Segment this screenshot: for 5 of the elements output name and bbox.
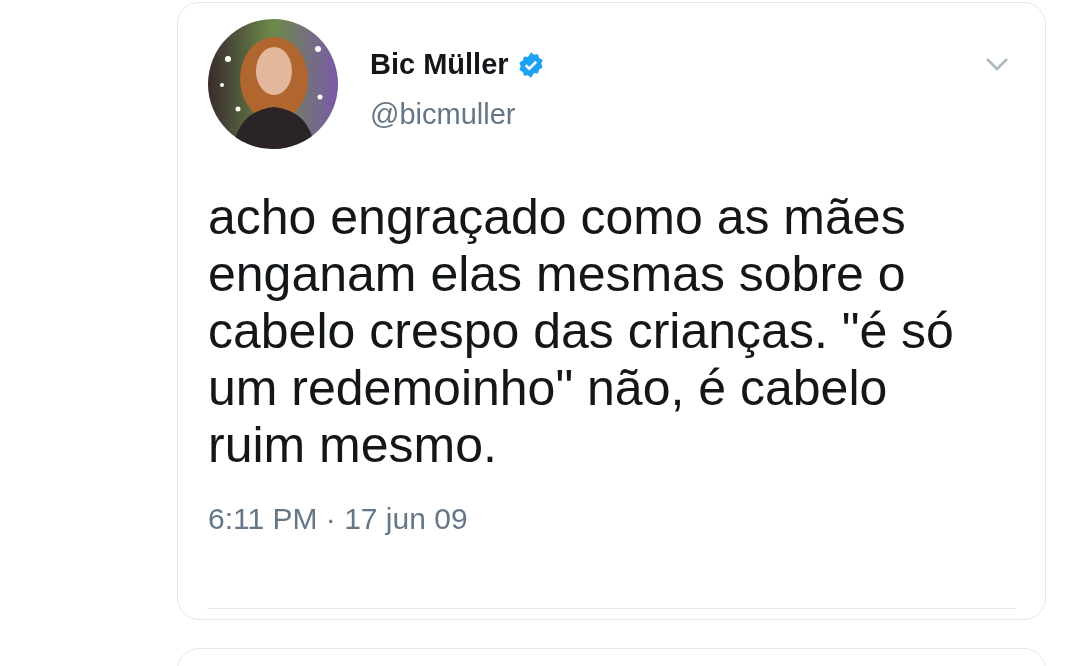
tweet-text: acho engraçado como as mães enganam elas mesmas sobre o cabelo crespo das crianças. "é só um redemoinho" não, é cabelo ruim mesmo. xyxy=(208,189,955,474)
user-handle[interactable]: @bicmuller xyxy=(370,92,985,136)
chevron-down-icon[interactable] xyxy=(985,57,1009,71)
tweet-timestamp: 6:11 PM · 17 jun 09 xyxy=(208,501,468,537)
user-name[interactable]: Bic Müller xyxy=(370,43,509,87)
